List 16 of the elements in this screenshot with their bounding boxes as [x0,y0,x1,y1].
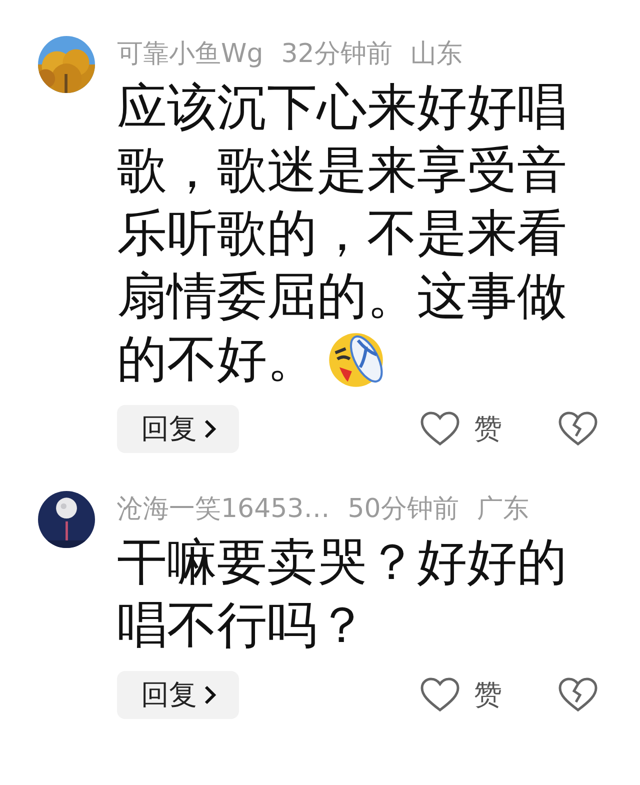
caret-icon [203,685,217,705]
location-label: 山东 [410,38,462,71]
dislike-button[interactable] [558,677,598,713]
heart-icon [420,677,460,713]
comment-text: 干嘛要卖哭？好好的唱不行吗？ [117,532,568,656]
like-button[interactable]: 赞 [420,674,502,716]
post-time: 50分钟前 [348,493,459,526]
post-time: 32分钟前 [281,38,392,71]
reply-button[interactable]: 回复 [117,405,239,453]
reply-button[interactable]: 回复 [117,671,239,719]
location-label: 广东 [476,493,529,526]
comment-text: 应该沉下心来好好唱歌，歌迷是来享受音乐听歌的，不是来看扇情委屈的。这事做的不好。 [117,77,568,391]
like-button[interactable]: 赞 [420,408,502,450]
caret-icon [203,419,217,439]
dislike-button[interactable] [558,411,598,447]
heart-icon [420,411,460,447]
